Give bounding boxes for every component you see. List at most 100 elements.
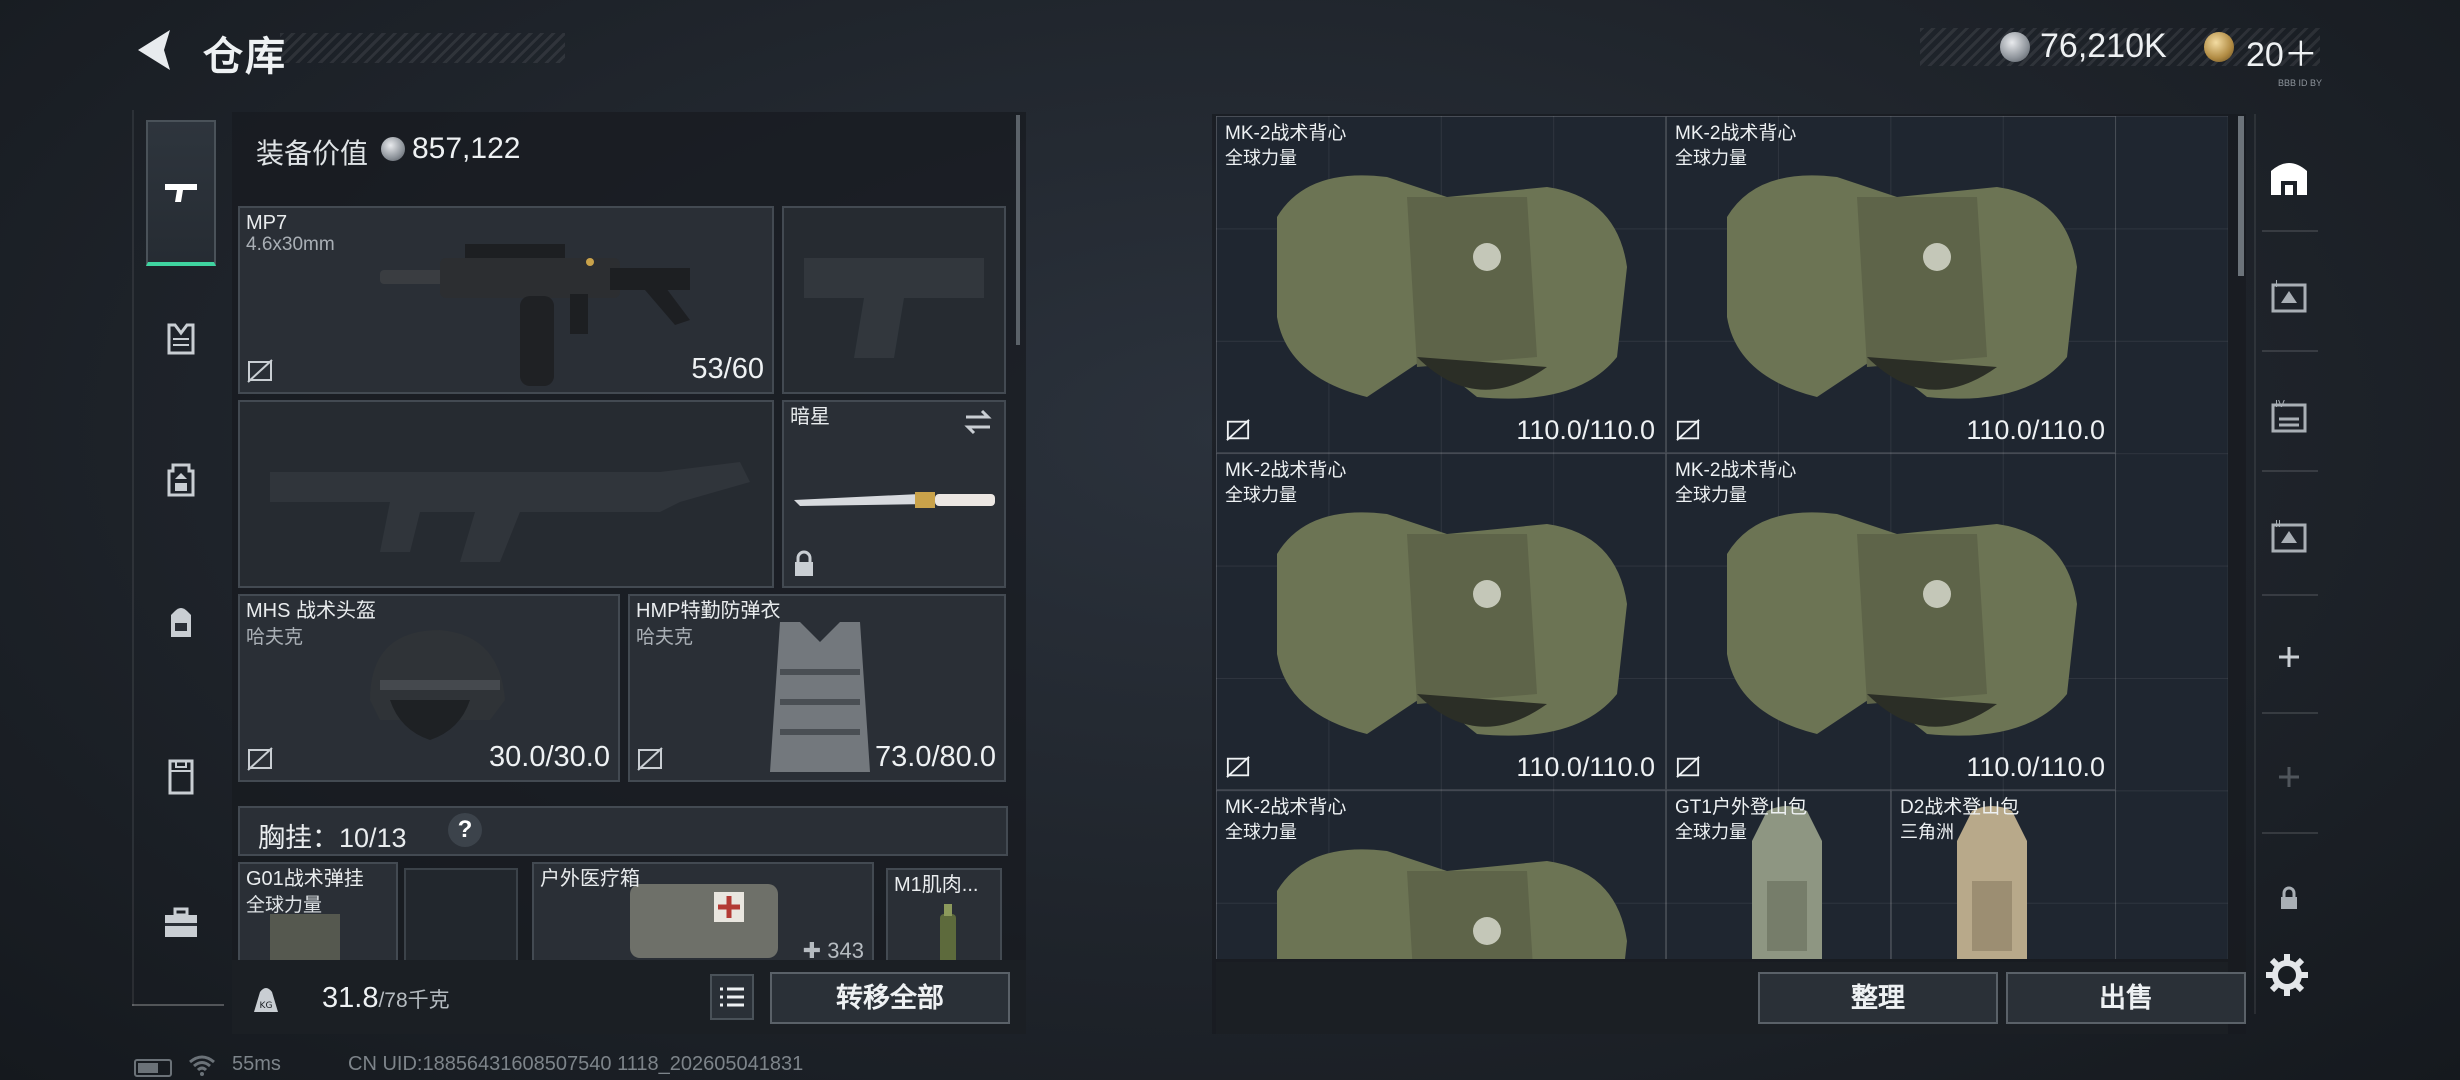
svg-text:II: II bbox=[2275, 519, 2281, 530]
list-view-button[interactable] bbox=[710, 974, 754, 1020]
vest-image bbox=[1277, 512, 1627, 736]
weight-current: 31.8 bbox=[322, 982, 379, 1014]
chest-rig-title: 胸挂： bbox=[258, 823, 339, 853]
sort-button[interactable]: 整理 bbox=[1758, 972, 1998, 1024]
coupon-amount[interactable]: 20＋ bbox=[2246, 27, 2318, 76]
item-brand: 全球力量 bbox=[1225, 485, 1297, 505]
equipment-scrollbar[interactable] bbox=[1016, 115, 1020, 345]
item-brand: 全球力量 bbox=[1675, 148, 1747, 168]
helmet-durability: 30.0/30.0 bbox=[489, 741, 610, 773]
injector-image bbox=[940, 904, 956, 964]
helmet-slot[interactable]: MHS 战术头盔 哈夫克 30.0/30.0 bbox=[238, 594, 620, 782]
nav-vest[interactable] bbox=[146, 304, 216, 374]
wifi-icon bbox=[189, 1055, 215, 1076]
weapon-icon bbox=[165, 184, 197, 202]
settings-icon[interactable] bbox=[2262, 950, 2312, 1000]
helmet-name: MHS 战术头盔 bbox=[246, 600, 376, 622]
no-insure-icon bbox=[1676, 756, 1700, 778]
nav-toolbox[interactable] bbox=[146, 888, 216, 958]
medkit-name: 户外医疗箱 bbox=[540, 868, 640, 890]
back-arrow-icon[interactable] bbox=[130, 26, 180, 74]
rig-item-slot[interactable]: G01战术弹挂 全球力量 bbox=[238, 862, 398, 964]
weapon-ammo: 53/60 bbox=[691, 353, 764, 385]
item-brand: 全球力量 bbox=[1675, 485, 1747, 505]
no-insure-icon bbox=[1226, 756, 1250, 778]
nav-weapon[interactable] bbox=[146, 120, 216, 266]
no-insure-icon bbox=[637, 747, 663, 771]
storage-item[interactable]: MK-2战术背心 全球力量 bbox=[1216, 790, 1666, 959]
storage-scrollbar[interactable] bbox=[2238, 116, 2244, 276]
empty-slot[interactable] bbox=[404, 868, 518, 962]
item-durability: 110.0/110.0 bbox=[1966, 752, 2105, 782]
backpack-image bbox=[1957, 806, 2027, 959]
lock-icon bbox=[795, 550, 813, 576]
backpack-image bbox=[1752, 806, 1822, 959]
storage-item[interactable]: D2战术登山包 三角洲 bbox=[1891, 790, 2116, 959]
page-title: 仓库 bbox=[203, 35, 287, 79]
svg-text:IV: IV bbox=[2275, 399, 2285, 410]
warehouse-icon bbox=[2271, 163, 2307, 195]
add-icon bbox=[2279, 647, 2299, 667]
weight-max: /78千克 bbox=[378, 989, 450, 1012]
equipment-value: 857,122 bbox=[412, 132, 521, 165]
storage-grid: MK-2战术背心 全球力量 110.0/110.0 MK-2战术背心 全球力量 … bbox=[1216, 116, 2228, 959]
secondary-weapon-slot[interactable] bbox=[238, 400, 774, 588]
medkit-slot[interactable]: 户外医疗箱 ✚ 343 bbox=[532, 862, 874, 963]
primary-weapon-slot[interactable]: MP7 4.6x30mm 53/60 bbox=[238, 206, 774, 394]
svg-text:I: I bbox=[2275, 279, 2278, 290]
melee-slot[interactable]: 暗星 bbox=[782, 400, 1006, 588]
lock-icon bbox=[2281, 886, 2297, 909]
knife-image bbox=[794, 492, 995, 508]
pistol-slot[interactable] bbox=[782, 206, 1006, 394]
vest-image bbox=[1277, 175, 1627, 399]
storage-item[interactable]: MK-2战术背心 全球力量 110.0/110.0 bbox=[1666, 453, 2116, 790]
item-name: D2战术登山包 bbox=[1900, 797, 2020, 818]
tab-storage-2[interactable]: II bbox=[2254, 502, 2324, 572]
toolbox-icon bbox=[165, 907, 197, 937]
armor-slot[interactable]: HMP特勤防弹衣 哈夫克 73.0/80.0 bbox=[628, 594, 1006, 782]
weapon-caliber: 4.6x30mm bbox=[246, 234, 335, 255]
storage-tab-4-icon: IV bbox=[2271, 399, 2307, 433]
nav-backpack[interactable] bbox=[146, 588, 216, 658]
swap-icon[interactable] bbox=[962, 408, 994, 436]
title-decoration bbox=[280, 33, 565, 63]
transfer-all-button[interactable]: 转移全部 bbox=[770, 972, 1010, 1024]
injector-name: M1肌肉... bbox=[894, 874, 979, 896]
rig-icon bbox=[167, 463, 195, 497]
storage-item[interactable]: GT1户外登山包 全球力量 bbox=[1666, 790, 1891, 959]
currency-amount[interactable]: 76,210K bbox=[2040, 27, 2167, 66]
weight-icon: KG bbox=[254, 988, 278, 1012]
add-storage-button-disabled bbox=[2254, 742, 2324, 812]
storage-item[interactable]: MK-2战术背心 全球力量 110.0/110.0 bbox=[1216, 453, 1666, 790]
melee-name: 暗星 bbox=[790, 406, 830, 428]
nav-container[interactable] bbox=[146, 742, 216, 812]
helmet-brand: 哈夫克 bbox=[246, 627, 304, 648]
nav-rig[interactable] bbox=[146, 446, 216, 516]
svg-text:KG: KG bbox=[260, 1001, 273, 1011]
item-brand: 三角洲 bbox=[1900, 822, 1954, 842]
nav-divider bbox=[132, 1004, 224, 1006]
add-disabled-icon bbox=[2279, 767, 2299, 787]
tab-warehouse[interactable] bbox=[2254, 142, 2324, 212]
lock-storage-button[interactable] bbox=[2254, 862, 2324, 932]
chest-rig-label: 胸挂：10/13 bbox=[258, 816, 407, 855]
item-durability: 110.0/110.0 bbox=[1516, 415, 1655, 445]
equipment-value-label: 装备价值 bbox=[256, 138, 369, 169]
storage-item[interactable]: MK-2战术背心 全球力量 110.0/110.0 bbox=[1216, 116, 1666, 453]
armor-image bbox=[770, 622, 870, 772]
injector-slot[interactable]: M1肌肉... bbox=[886, 868, 1002, 964]
battery-icon bbox=[134, 1059, 172, 1077]
item-brand: 全球力量 bbox=[1225, 148, 1297, 168]
tab-storage-1[interactable]: I bbox=[2254, 262, 2324, 332]
ping-text: 55ms bbox=[232, 1053, 281, 1075]
tab-storage-4[interactable]: IV bbox=[2254, 382, 2324, 452]
sell-button[interactable]: 出售 bbox=[2006, 972, 2246, 1024]
storage-item[interactable]: MK-2战术背心 全球力量 110.0/110.0 bbox=[1666, 116, 2116, 453]
add-storage-button[interactable] bbox=[2254, 622, 2324, 692]
rig-item-name: G01战术弹挂 bbox=[246, 868, 364, 890]
pistol-placeholder-icon bbox=[804, 258, 984, 358]
no-insure-icon bbox=[1226, 419, 1250, 441]
no-insure-icon bbox=[247, 747, 273, 771]
help-button[interactable]: ? bbox=[448, 813, 482, 847]
silver-coin-icon bbox=[381, 137, 405, 161]
